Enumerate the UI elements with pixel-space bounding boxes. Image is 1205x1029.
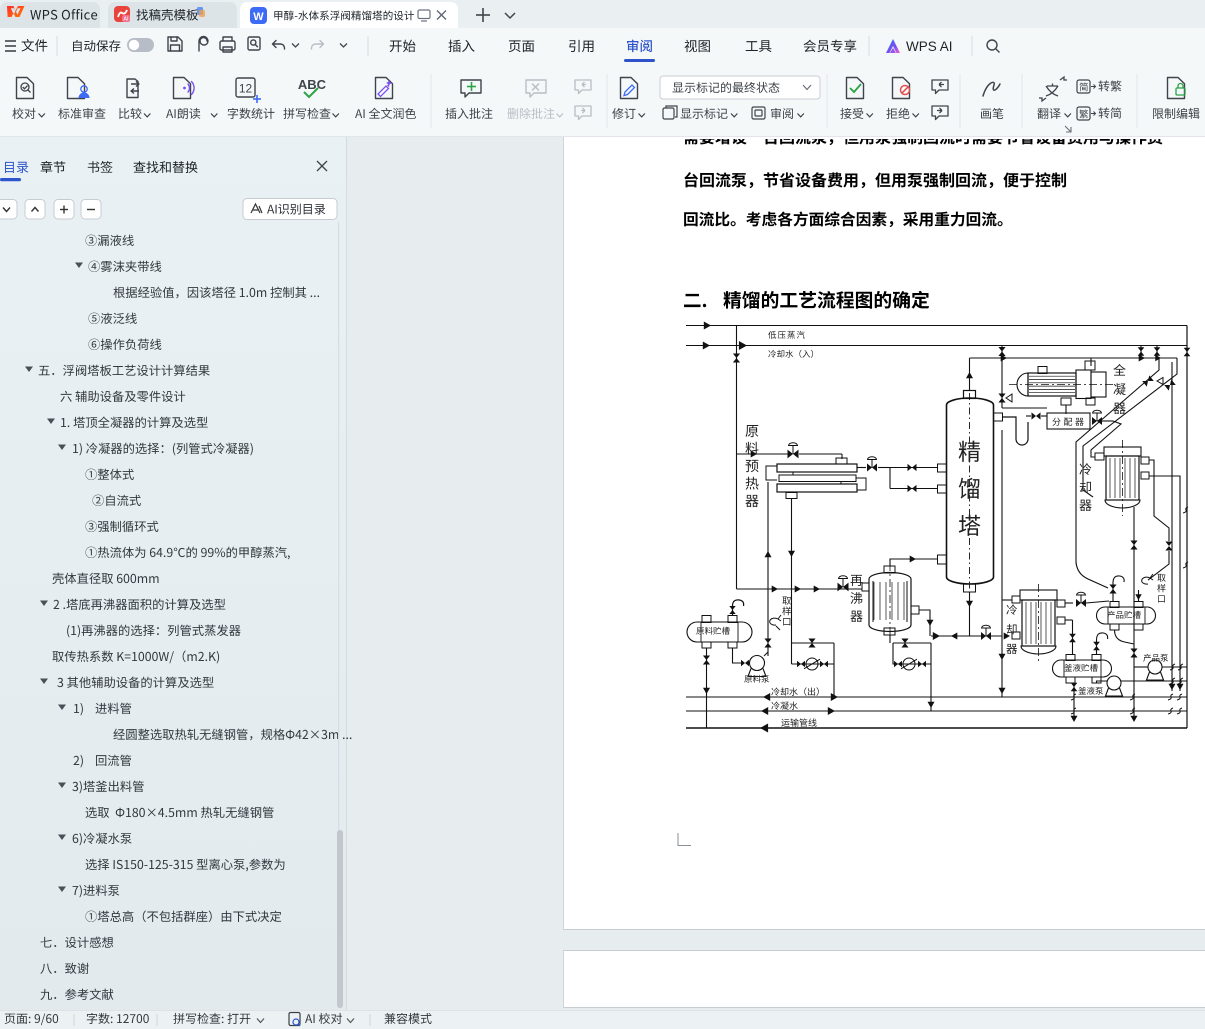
svg-text:ABC: ABC — [298, 77, 327, 92]
svg-text:WPS AI: WPS AI — [906, 39, 953, 54]
svg-text:AI: AI — [123, 17, 129, 23]
svg-text:12: 12 — [239, 82, 253, 96]
svg-text:W: W — [253, 11, 264, 23]
